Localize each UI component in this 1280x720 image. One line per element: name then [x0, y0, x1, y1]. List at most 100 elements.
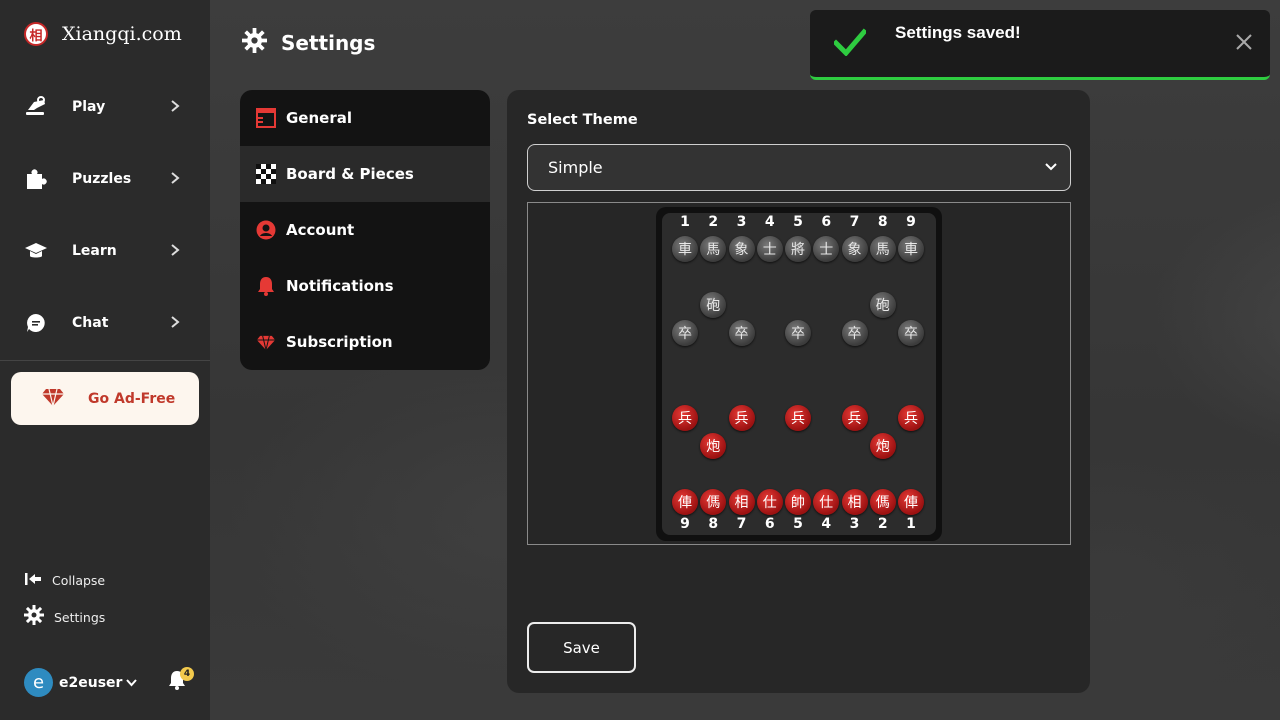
black-piece[interactable]: 士 [813, 236, 840, 262]
sidebar-item-chat[interactable]: Chat [0, 303, 210, 343]
red-piece-soldier[interactable]: 兵 [728, 404, 755, 431]
file-number-top: 9 [906, 214, 916, 230]
avatar: e [24, 668, 53, 697]
red-piece[interactable]: 相 [841, 488, 868, 515]
red-piece-cannon[interactable]: 炮 [869, 432, 896, 459]
user-circle-icon [256, 220, 276, 240]
sidebar-divider [0, 360, 210, 361]
board-preview: 123456789987654321車馬象士將士象馬車砲砲卒卒卒卒卒兵兵兵兵兵炮… [527, 202, 1071, 545]
settings-tab-account[interactable]: Account [240, 202, 490, 258]
settings-tab-subscription[interactable]: Subscription [240, 314, 490, 370]
settings-tab-label: Account [286, 221, 355, 239]
checkmark-icon [832, 28, 868, 60]
file-number-top: 3 [736, 214, 747, 230]
sidebar-item-play[interactable]: Play [0, 87, 210, 127]
go-ad-free-button[interactable]: Go Ad-Free [11, 372, 199, 425]
black-piece-soldier[interactable]: 卒 [841, 320, 868, 347]
file-number-bottom: 3 [849, 516, 860, 532]
file-number-top: 8 [877, 214, 888, 230]
black-piece[interactable]: 馬 [869, 236, 896, 262]
file-number-top: 5 [793, 214, 803, 230]
red-piece[interactable]: 相 [728, 488, 755, 515]
chevron-right-icon [170, 314, 180, 333]
gear-icon [24, 605, 44, 629]
diamond-icon [41, 387, 65, 411]
file-number-bottom: 4 [821, 516, 832, 532]
settings-label: Settings [54, 609, 106, 625]
black-piece[interactable]: 士 [756, 236, 783, 262]
board-settings-panel: Select Theme Simple 123456789987654321車馬… [507, 90, 1090, 693]
sidebar-item-label: Learn [72, 243, 117, 259]
black-piece-soldier[interactable]: 卒 [785, 320, 811, 347]
chevron-down-icon [126, 676, 138, 690]
notifications-bell[interactable]: 4 [168, 667, 194, 694]
black-piece[interactable]: 象 [728, 236, 755, 262]
logo-text: Xiangqi.com [62, 23, 182, 45]
page-title: Settings [281, 30, 376, 55]
red-piece[interactable]: 俥 [672, 488, 698, 515]
black-piece-soldier[interactable]: 卒 [898, 320, 924, 347]
file-number-bottom: 2 [877, 516, 888, 532]
black-piece-cannon[interactable]: 砲 [869, 292, 896, 319]
red-piece[interactable]: 傌 [700, 488, 727, 515]
black-piece-soldier[interactable]: 卒 [672, 320, 698, 347]
black-piece[interactable]: 象 [841, 236, 868, 262]
go-ad-free-label: Go Ad-Free [88, 390, 176, 407]
graduation-cap-icon [24, 239, 48, 263]
theme-select-value: Simple [548, 158, 603, 177]
file-number-top: 7 [849, 214, 860, 230]
settings-menu: General Board & Pieces Account Notificat… [240, 90, 490, 370]
black-piece-cannon[interactable]: 砲 [700, 292, 727, 319]
settings-tab-label: Notifications [286, 277, 394, 295]
red-piece-soldier[interactable]: 兵 [898, 404, 924, 431]
file-number-bottom: 8 [708, 516, 719, 532]
layout-icon [256, 108, 276, 128]
sidebar-item-label: Play [72, 99, 106, 115]
file-number-bottom: 1 [906, 516, 916, 532]
red-piece-cannon[interactable]: 炮 [700, 432, 727, 459]
file-number-top: 4 [764, 214, 775, 230]
black-piece[interactable]: 馬 [700, 236, 727, 262]
toast-message: Settings saved! [895, 23, 1021, 42]
black-piece[interactable]: 車 [672, 236, 698, 262]
sidebar: 相 Xiangqi.com Play Puzzles Learn Chat Go… [0, 0, 210, 720]
username: e2euser [59, 674, 123, 691]
settings-tab-notifications[interactable]: Notifications [240, 258, 490, 314]
red-piece[interactable]: 帥 [785, 488, 811, 515]
red-piece[interactable]: 俥 [898, 488, 924, 515]
sidebar-settings-button[interactable]: Settings [24, 605, 105, 629]
chat-bubble-icon [24, 311, 48, 335]
logo-icon: 相 [24, 22, 48, 46]
black-piece[interactable]: 車 [898, 236, 924, 262]
settings-tab-label: General [286, 109, 352, 127]
file-number-bottom: 9 [680, 516, 690, 532]
red-piece[interactable]: 仕 [756, 488, 783, 515]
red-piece-soldier[interactable]: 兵 [841, 404, 868, 431]
sidebar-item-learn[interactable]: Learn [0, 231, 210, 271]
user-menu[interactable]: e e2euser [24, 668, 138, 697]
settings-tab-board-pieces[interactable]: Board & Pieces [240, 146, 490, 202]
sidebar-item-puzzles[interactable]: Puzzles [0, 159, 210, 199]
red-piece[interactable]: 傌 [869, 488, 896, 515]
red-piece-soldier[interactable]: 兵 [672, 404, 698, 431]
file-number-top: 1 [680, 214, 690, 230]
file-number-bottom: 6 [764, 516, 775, 532]
collapse-button[interactable]: Collapse [24, 571, 105, 590]
xiangqi-board: 123456789987654321車馬象士將士象馬車砲砲卒卒卒卒卒兵兵兵兵兵炮… [656, 207, 942, 541]
black-piece[interactable]: 將 [785, 236, 811, 262]
select-theme-label: Select Theme [527, 112, 638, 128]
sidebar-item-label: Puzzles [72, 171, 132, 187]
file-number-top: 2 [708, 214, 719, 230]
chevron-right-icon [170, 242, 180, 261]
logo[interactable]: 相 Xiangqi.com [24, 22, 182, 46]
theme-select[interactable]: Simple [527, 144, 1071, 191]
red-piece[interactable]: 仕 [813, 488, 840, 515]
save-button[interactable]: Save [527, 622, 636, 673]
settings-tab-general[interactable]: General [240, 90, 490, 146]
gear-icon [242, 28, 267, 57]
red-piece-soldier[interactable]: 兵 [785, 404, 811, 431]
close-icon[interactable] [1236, 34, 1252, 54]
collapse-icon [24, 571, 42, 590]
black-piece-soldier[interactable]: 卒 [728, 320, 755, 347]
sidebar-item-label: Chat [72, 315, 109, 331]
